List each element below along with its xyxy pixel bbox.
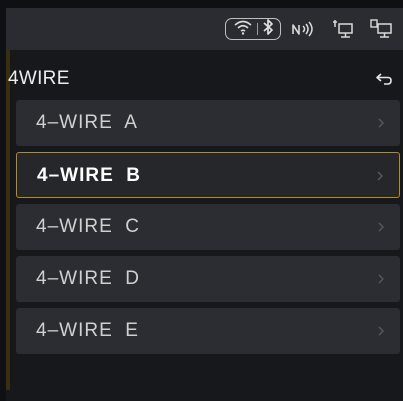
wire-option-list: 4–WIRE A 4–WIRE B 4–WIRE C 4–WIRE D 4–WI bbox=[16, 100, 400, 360]
status-divider bbox=[256, 23, 258, 35]
wifi-icon bbox=[233, 19, 253, 40]
bluetooth-icon bbox=[262, 18, 274, 41]
list-item-4wire-e[interactable]: 4–WIRE E bbox=[16, 308, 400, 354]
list-item-label: 4–WIRE A bbox=[36, 112, 138, 133]
device-screen: 4WIRE 4–WIRE A 4–WIRE B 4–WIRE C 4–WIRE … bbox=[6, 8, 403, 401]
chevron-right-icon bbox=[375, 169, 385, 183]
nfc-icon bbox=[289, 18, 317, 40]
chevron-right-icon bbox=[376, 324, 386, 338]
page-header: 4WIRE bbox=[6, 64, 403, 94]
pc-connected-icon bbox=[370, 18, 394, 40]
list-item-label: 4–WIRE B bbox=[37, 165, 142, 186]
back-arrow-icon[interactable] bbox=[375, 72, 393, 86]
page-title: 4WIRE bbox=[8, 68, 70, 89]
left-accent-bar bbox=[6, 50, 10, 390]
chevron-right-icon bbox=[376, 272, 386, 286]
list-item-4wire-c[interactable]: 4–WIRE C bbox=[16, 204, 400, 250]
wifi-bluetooth-indicator bbox=[225, 18, 281, 40]
list-item-4wire-d[interactable]: 4–WIRE D bbox=[16, 256, 400, 302]
list-item-label: 4–WIRE C bbox=[36, 216, 141, 237]
list-item-label: 4–WIRE D bbox=[36, 268, 141, 289]
chevron-right-icon bbox=[376, 116, 386, 130]
list-item-4wire-a[interactable]: 4–WIRE A bbox=[16, 100, 400, 146]
pc-link-icon bbox=[332, 18, 354, 40]
chevron-right-icon bbox=[376, 220, 386, 234]
list-item-4wire-b[interactable]: 4–WIRE B bbox=[16, 152, 400, 198]
status-bar bbox=[6, 8, 403, 50]
list-item-label: 4–WIRE E bbox=[36, 320, 139, 341]
